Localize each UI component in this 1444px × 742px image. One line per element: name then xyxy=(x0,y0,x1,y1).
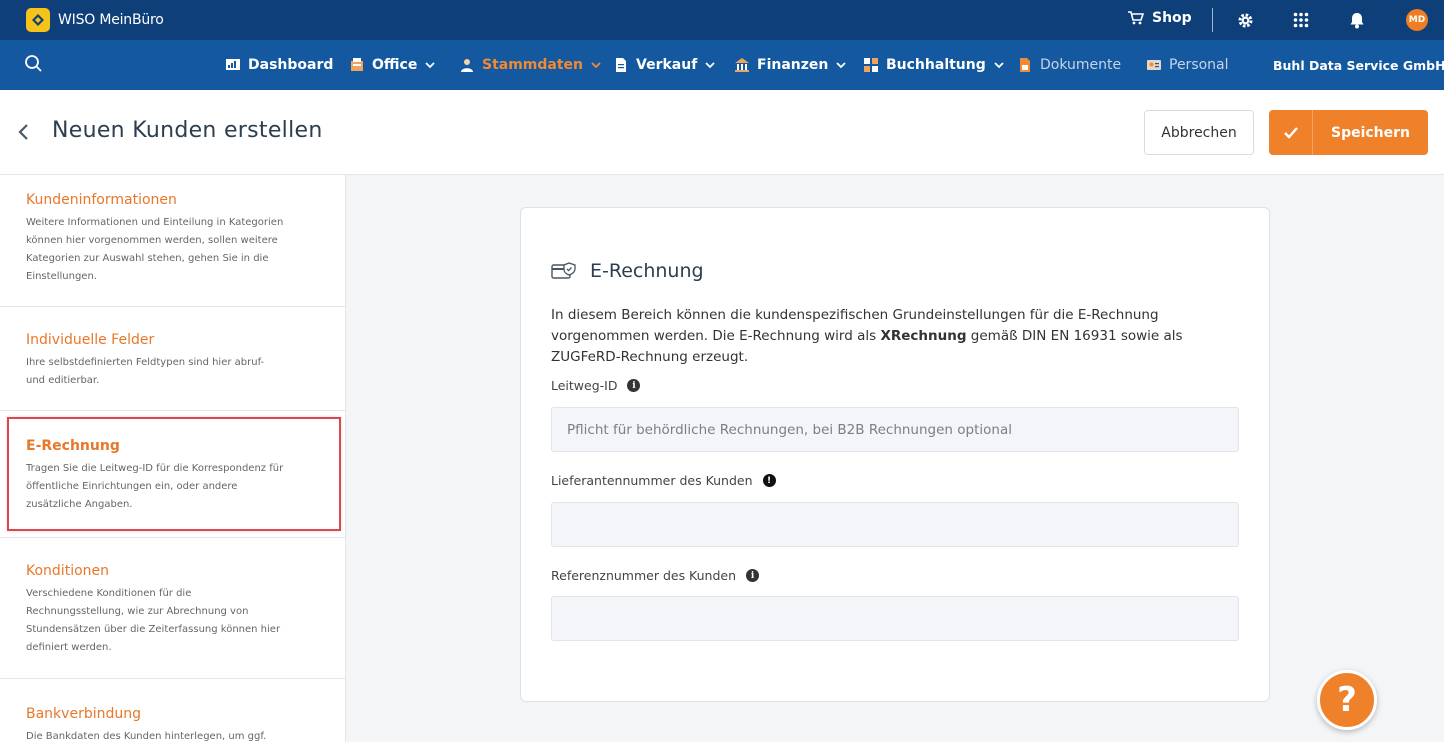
avatar[interactable]: MD xyxy=(1406,9,1428,31)
nav-buchhaltung[interactable]: Buchhaltung xyxy=(864,40,1004,90)
save-button-label: Speichern xyxy=(1330,124,1411,141)
sidebar-item-individuelle-felder[interactable]: Individuelle Felder Ihre selbstdefiniert… xyxy=(0,307,345,411)
help-button[interactable]: ? xyxy=(1317,670,1377,730)
main-nav: Dashboard Office Stammdaten Verkauf Fina… xyxy=(0,40,1444,90)
sidebar-item-konditionen[interactable]: Konditionen Verschiedene Konditionen für… xyxy=(0,537,345,679)
intro-bold-xrechnung: XRechnung xyxy=(880,328,967,344)
nav-stammdaten[interactable]: Stammdaten xyxy=(460,40,601,90)
card-title: E-Rechnung xyxy=(590,260,704,282)
dashboard-icon xyxy=(226,59,240,70)
card-header: E-Rechnung xyxy=(551,260,704,282)
referenznummer-label-text: Referenznummer des Kunden xyxy=(551,568,737,583)
nav-personal[interactable]: Personal xyxy=(1147,40,1229,90)
sidebar-item-title: Individuelle Felder xyxy=(26,332,155,348)
divider xyxy=(1212,8,1213,32)
sidebar-item-title: Bankverbindung xyxy=(26,706,141,722)
leitweg-id-label-text: Leitweg-ID xyxy=(551,378,618,393)
sidebar-item-title: Kundeninformationen xyxy=(26,192,177,208)
nav-verkauf-label: Verkauf xyxy=(636,57,698,73)
chevron-down-icon xyxy=(425,62,435,69)
brand[interactable]: WISO MeinBüro xyxy=(26,8,164,32)
nav-finanzen-label: Finanzen xyxy=(757,57,829,73)
chevron-down-icon xyxy=(994,62,1004,69)
nav-dashboard[interactable]: Dashboard xyxy=(226,40,333,90)
nav-dashboard-label: Dashboard xyxy=(248,57,334,73)
sidebar-item-desc: Weitere Informationen und Einteilung in … xyxy=(26,217,284,282)
sidebar-item-bankverbindung[interactable]: Bankverbindung Die Bankdaten des Kunden … xyxy=(0,679,345,742)
cart-icon xyxy=(1128,11,1144,25)
shop-label: Shop xyxy=(1152,10,1192,26)
checkmark-icon xyxy=(1269,110,1313,155)
user-icon xyxy=(461,59,473,72)
sidebar-item-title: E-Rechnung xyxy=(26,438,120,454)
id-card-icon xyxy=(1147,60,1161,70)
office-icon xyxy=(351,58,363,71)
save-button[interactable]: Speichern xyxy=(1269,110,1428,155)
info-icon[interactable]: i xyxy=(746,569,760,582)
sidebar-item-desc: Die Bankdaten des Kunden hinterlegen, um… xyxy=(26,731,267,742)
nav-personal-label: Personal xyxy=(1169,57,1229,73)
nav-office-label: Office xyxy=(372,57,418,73)
page-header: Neuen Kunden erstellen Abbrechen Speiche… xyxy=(0,90,1444,175)
nav-dokumente[interactable]: Dokumente xyxy=(1018,40,1121,90)
chevron-down-icon xyxy=(705,62,715,69)
info-icon[interactable]: i xyxy=(627,379,641,392)
lieferantennummer-label: Lieferantennummer des Kunden ! xyxy=(551,473,776,488)
sidebar-item-desc: Verschiedene Konditionen für die Rechnun… xyxy=(26,588,281,653)
sidebar: Kundeninformationen Weitere Informatione… xyxy=(0,175,346,742)
bank-icon xyxy=(735,58,749,72)
nav-stammdaten-label: Stammdaten xyxy=(482,57,584,73)
e-invoice-icon xyxy=(551,262,576,279)
card-intro-text: In diesem Bereich können die kundenspezi… xyxy=(551,305,1241,368)
apps-grid-icon[interactable] xyxy=(1291,10,1311,30)
nav-dokumente-label: Dokumente xyxy=(1040,57,1122,73)
document-icon xyxy=(1020,58,1030,72)
sidebar-item-desc: Ihre selbstdefinierten Feldtypen sind hi… xyxy=(26,357,265,386)
bell-icon[interactable] xyxy=(1347,10,1367,30)
search-icon[interactable] xyxy=(24,54,44,74)
lieferantennummer-input[interactable] xyxy=(551,502,1239,547)
sidebar-item-e-rechnung[interactable]: E-Rechnung Tragen Sie die Leitweg-ID für… xyxy=(7,417,341,531)
nav-office[interactable]: Office xyxy=(350,40,435,90)
calculator-icon xyxy=(864,58,878,72)
app-logo-icon xyxy=(26,8,50,32)
gear-icon[interactable] xyxy=(1235,10,1255,30)
leitweg-id-input[interactable] xyxy=(551,407,1239,452)
alert-icon[interactable]: ! xyxy=(762,474,776,487)
company-name: Buhl Data Service GmbH xyxy=(1273,57,1444,73)
lieferantennummer-label-text: Lieferantennummer des Kunden xyxy=(551,473,753,488)
nav-buchhaltung-label: Buchhaltung xyxy=(886,57,986,73)
back-arrow-icon[interactable] xyxy=(16,122,34,142)
cancel-button[interactable]: Abbrechen xyxy=(1144,110,1254,155)
leitweg-id-label: Leitweg-ID i xyxy=(551,378,641,393)
nav-finanzen[interactable]: Finanzen xyxy=(735,40,846,90)
chevron-down-icon xyxy=(836,62,846,69)
top-bar: WISO MeinBüro Shop MD xyxy=(0,0,1444,40)
referenznummer-input[interactable] xyxy=(551,596,1239,641)
app-name: WISO MeinBüro xyxy=(58,12,164,28)
company-selector[interactable]: Buhl Data Service GmbH xyxy=(1273,40,1444,90)
nav-verkauf[interactable]: Verkauf xyxy=(614,40,715,90)
chevron-down-icon xyxy=(591,62,601,69)
sidebar-item-title: Konditionen xyxy=(26,563,110,579)
page-title: Neuen Kunden erstellen xyxy=(52,118,323,143)
shop-link[interactable]: Shop xyxy=(1128,10,1192,26)
referenznummer-label: Referenznummer des Kunden i xyxy=(551,568,760,583)
e-rechnung-card: E-Rechnung In diesem Bereich können die … xyxy=(520,207,1270,702)
sidebar-item-desc: Tragen Sie die Leitweg-ID für die Korres… xyxy=(26,463,284,510)
sidebar-item-kundeninformationen[interactable]: Kundeninformationen Weitere Informatione… xyxy=(0,175,345,307)
invoice-icon xyxy=(616,58,626,72)
